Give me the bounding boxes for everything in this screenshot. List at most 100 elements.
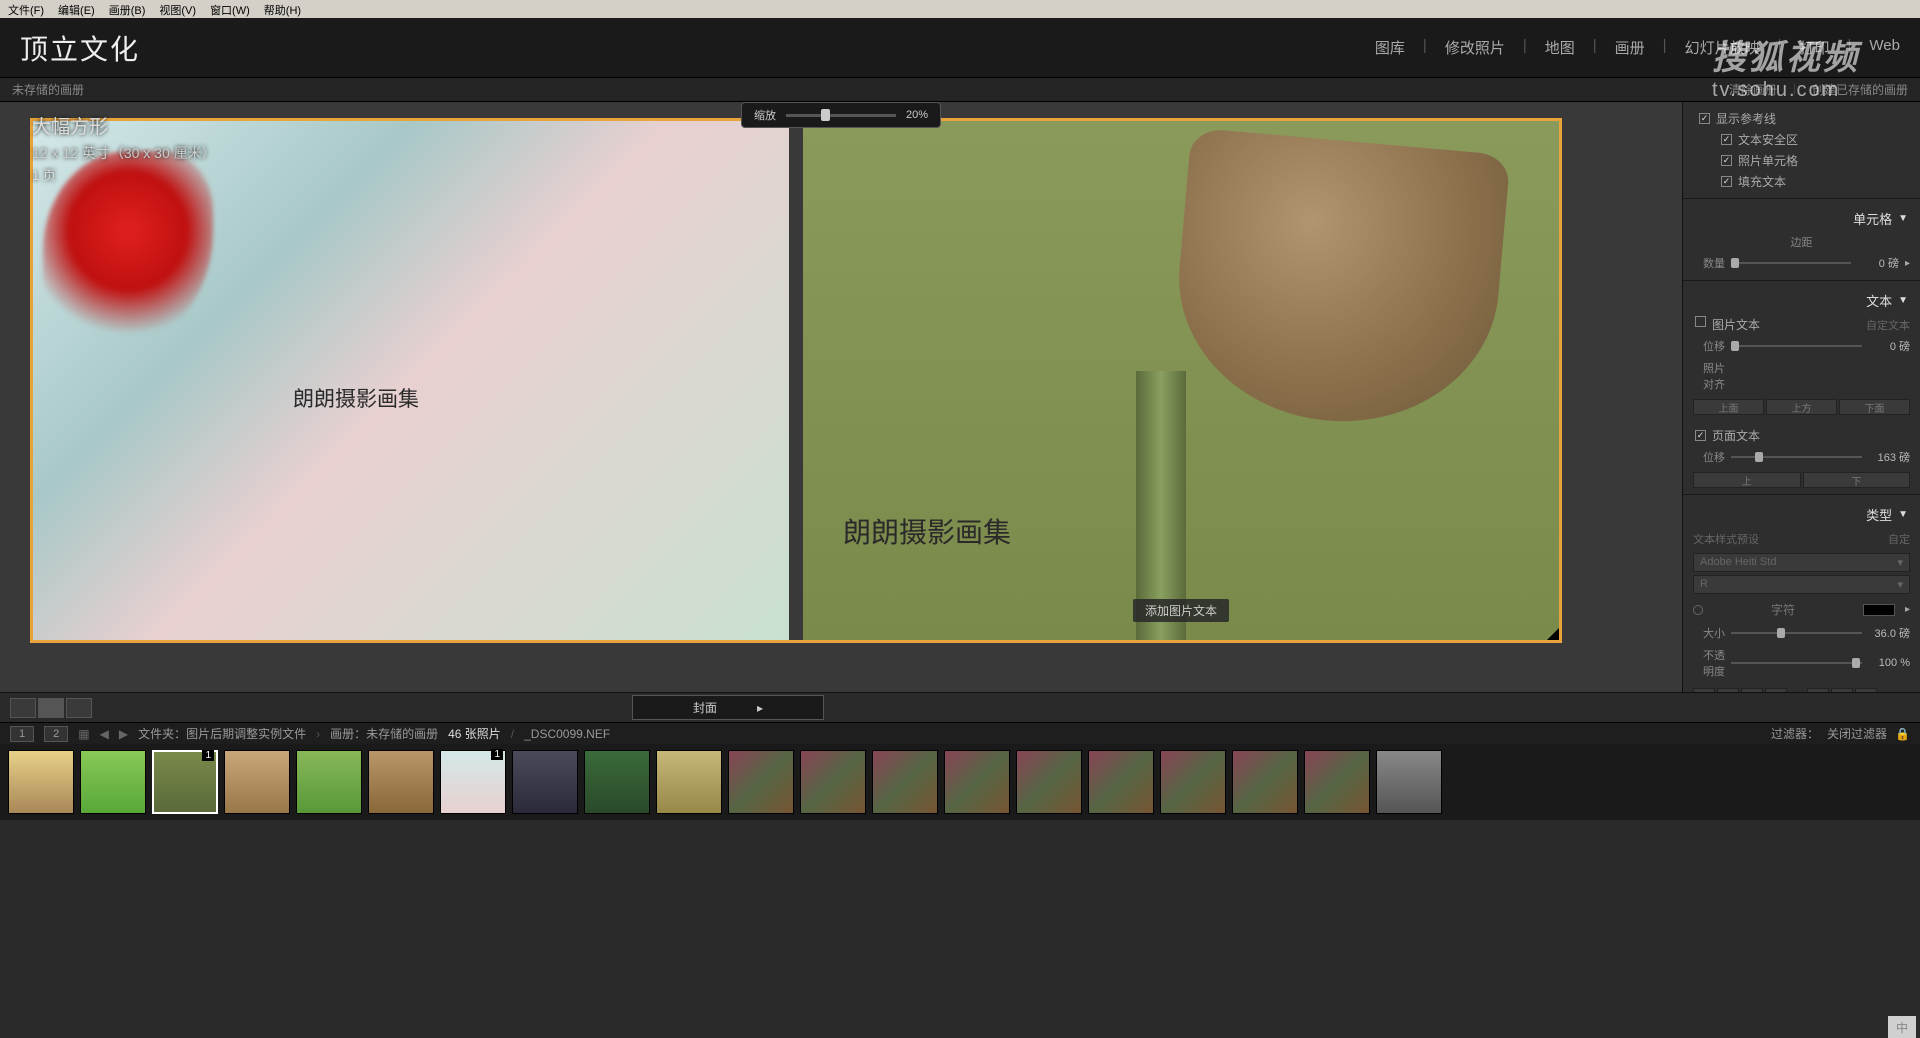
thumb-20[interactable] [1376,750,1442,814]
front-cover-page[interactable]: 朗朗摄影画集 添加图片文本 封面 [803,121,1559,640]
tab-map[interactable]: 地图 [1545,37,1575,58]
tab-library[interactable]: 图库 [1375,37,1405,58]
type-header[interactable]: 类型 [1866,505,1892,524]
thumb-2[interactable] [80,750,146,814]
align-over-btn[interactable]: 上方 [1766,399,1837,415]
size-slider[interactable] [1731,632,1862,634]
chevron-down-icon[interactable]: ▼ [1898,213,1908,224]
chevron-down-icon[interactable]: ▼ [1898,509,1908,520]
thumb-17[interactable] [1160,750,1226,814]
chevron-down-icon[interactable]: ▼ [1898,295,1908,306]
check-page-text[interactable]: ✓ [1695,430,1706,441]
clear-book-btn[interactable]: 清除画册 [1729,81,1777,98]
font-weight-dd[interactable]: R▾ [1693,575,1910,594]
view-grid-btn[interactable] [10,698,36,718]
tab-web[interactable]: Web [1869,37,1900,58]
thumb-4[interactable] [224,750,290,814]
menu-view[interactable]: 视图(V) [159,2,196,16]
menu-book[interactable]: 画册(B) [109,2,146,16]
valign-mid-btn[interactable]: − [1831,688,1853,692]
menu-file[interactable]: 文件(F) [8,2,44,16]
thumb-1[interactable] [8,750,74,814]
ime-indicator[interactable]: 中 [1896,1019,1908,1036]
book-page-count: 1 页 [32,165,216,184]
filmstrip[interactable]: 1 1 [0,744,1920,820]
thumb-7[interactable]: 1 [440,750,506,814]
filter-lock-icon[interactable]: 🔒 [1895,727,1910,741]
thumb-16[interactable] [1088,750,1154,814]
add-photo-text-btn[interactable]: 添加图片文本 [1133,599,1229,622]
page-corner-icon[interactable] [1547,628,1559,640]
offset2-slider[interactable] [1731,456,1862,458]
thumb-14[interactable] [944,750,1010,814]
color-radio[interactable] [1693,605,1703,615]
thumb-3[interactable]: 1 [152,750,218,814]
cell-header[interactable]: 单元格 [1853,209,1892,228]
front-cover-caption[interactable]: 朗朗摄影画集 [843,511,1011,551]
menu-window[interactable]: 窗口(W) [210,2,250,16]
thumb-8[interactable] [512,750,578,814]
cover-spread[interactable]: 朗朗摄影画集 封底 朗朗摄影画集 添加图片文本 封面 [30,118,1562,643]
check-fill-text[interactable]: ✓ [1721,176,1732,187]
thumb-15[interactable] [1016,750,1082,814]
thumb-11[interactable] [728,750,794,814]
font-family-dd[interactable]: Adobe Heiti Std▾ [1693,553,1910,572]
text-color-swatch[interactable] [1863,604,1895,616]
thumb-12[interactable] [800,750,866,814]
menu-edit[interactable]: 编辑(E) [58,2,95,16]
page-nav-dropdown[interactable]: 封面▸ [632,695,824,720]
tab-slideshow[interactable]: 幻灯片放映 [1685,37,1760,58]
check-text-safe[interactable]: ✓ [1721,134,1732,145]
view-single-btn[interactable] [66,698,92,718]
halign-justify-btn[interactable]: ≡ [1765,688,1787,692]
padding-slider[interactable] [1731,262,1851,264]
path-folder[interactable]: 文件夹：图片后期调整实例文件 [138,725,306,742]
opacity-slider[interactable] [1731,662,1862,664]
halign-center-btn[interactable]: ≡ [1717,688,1739,692]
chevron-right-icon[interactable]: ▸ [1905,258,1910,269]
back-cover-page[interactable]: 朗朗摄影画集 封底 [33,121,789,640]
thumb-10[interactable] [656,750,722,814]
nav-next-icon[interactable]: ▶ [119,727,128,741]
thumb-9[interactable] [584,750,650,814]
check-photo-cells[interactable]: ✓ [1721,155,1732,166]
align-above-btn[interactable]: 上面 [1693,399,1764,415]
thumb-19[interactable] [1304,750,1370,814]
grid-toggle-icon[interactable]: ▦ [78,727,89,741]
chevron-right-icon[interactable]: ▸ [1905,604,1910,615]
window-tab-1[interactable]: 1 [10,726,34,742]
pos-bot-btn[interactable]: 下 [1803,472,1911,488]
valign-bot-btn[interactable]: ⎽ [1855,688,1877,692]
menu-help[interactable]: 帮助(H) [264,2,301,16]
spine-gap [789,121,803,640]
tab-develop[interactable]: 修改照片 [1445,37,1505,58]
back-cover-caption[interactable]: 朗朗摄影画集 [293,383,419,413]
thumb-18[interactable] [1232,750,1298,814]
view-toolbar: 封面▸ [0,692,1920,722]
nav-prev-icon[interactable]: ◀ [100,727,109,741]
cell-section: 单元格▼ 边距 数量 0 磅 ▸ [1683,199,1920,281]
halign-right-btn[interactable]: ≡ [1741,688,1763,692]
app-header: 顶立文化 图库| 修改照片| 地图| 画册| 幻灯片放映| 打印| Web [0,18,1920,78]
view-spread-btn[interactable] [38,698,64,718]
window-tab-2[interactable]: 2 [44,726,68,742]
thumb-6[interactable] [368,750,434,814]
thumb-5[interactable] [296,750,362,814]
style-preset-dd[interactable]: 自定 [1888,531,1910,547]
check-photo-text[interactable] [1695,316,1706,327]
create-saved-book-btn[interactable]: 创建已存储的画册 [1812,81,1908,98]
check-show-guides[interactable]: ✓ [1699,113,1710,124]
align-below-btn[interactable]: 下面 [1839,399,1910,415]
filter-dropdown[interactable]: 关闭过滤器 [1827,725,1887,742]
tab-print[interactable]: 打印 [1800,37,1830,58]
text-header[interactable]: 文本 [1866,291,1892,310]
thumb-13[interactable] [872,750,938,814]
tab-book[interactable]: 画册 [1615,37,1645,58]
valign-top-btn[interactable]: ⎺ [1807,688,1829,692]
halign-left-btn[interactable]: ≡ [1693,688,1715,692]
zoom-slider[interactable] [786,114,896,117]
auto-text-dd[interactable]: 自定文本 [1866,317,1910,333]
pos-top-btn[interactable]: 上 [1693,472,1801,488]
offset1-slider[interactable] [1731,345,1862,347]
path-book[interactable]: 画册：未存储的画册 [330,725,438,742]
